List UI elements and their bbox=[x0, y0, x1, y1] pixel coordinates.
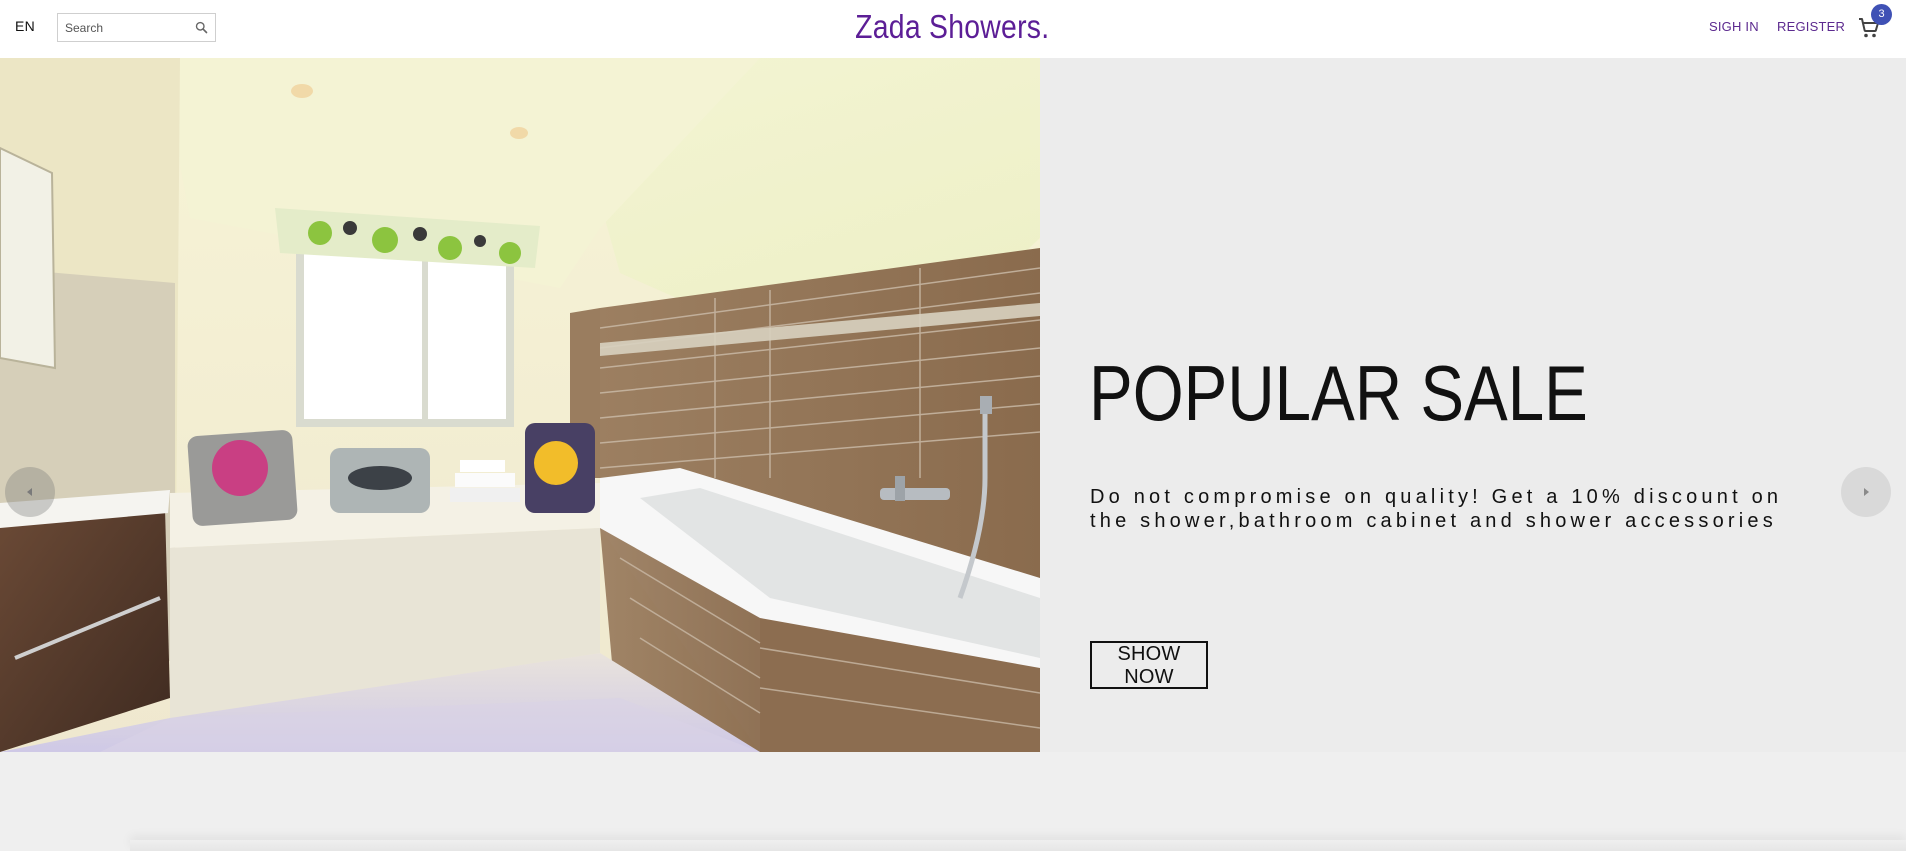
bathroom-photo bbox=[0, 58, 1040, 752]
hero-description: Do not compromise on quality! Get a 10% … bbox=[1090, 486, 1783, 532]
carousel-prev-button[interactable] bbox=[5, 467, 55, 517]
chevron-left-icon bbox=[27, 488, 32, 496]
hero-carousel: POPULAR SALE Do not compromise on qualit… bbox=[0, 58, 1906, 752]
carousel-next-button[interactable] bbox=[1841, 467, 1891, 517]
sign-in-link[interactable]: SIGH IN bbox=[1709, 19, 1759, 34]
show-now-button[interactable]: SHOW NOW bbox=[1090, 641, 1208, 689]
content-section-edge bbox=[130, 840, 1906, 851]
top-header: EN Zada Showers. SIGH IN REGISTER 3 bbox=[0, 0, 1906, 58]
chevron-right-icon bbox=[1864, 488, 1869, 496]
register-link[interactable]: REGISTER bbox=[1777, 19, 1845, 34]
language-selector[interactable]: EN bbox=[15, 18, 35, 34]
hero-title: POPULAR SALE bbox=[1089, 349, 1588, 437]
site-logo[interactable]: Zada Showers. bbox=[133, 8, 1772, 46]
cart-count-badge: 3 bbox=[1871, 4, 1892, 25]
